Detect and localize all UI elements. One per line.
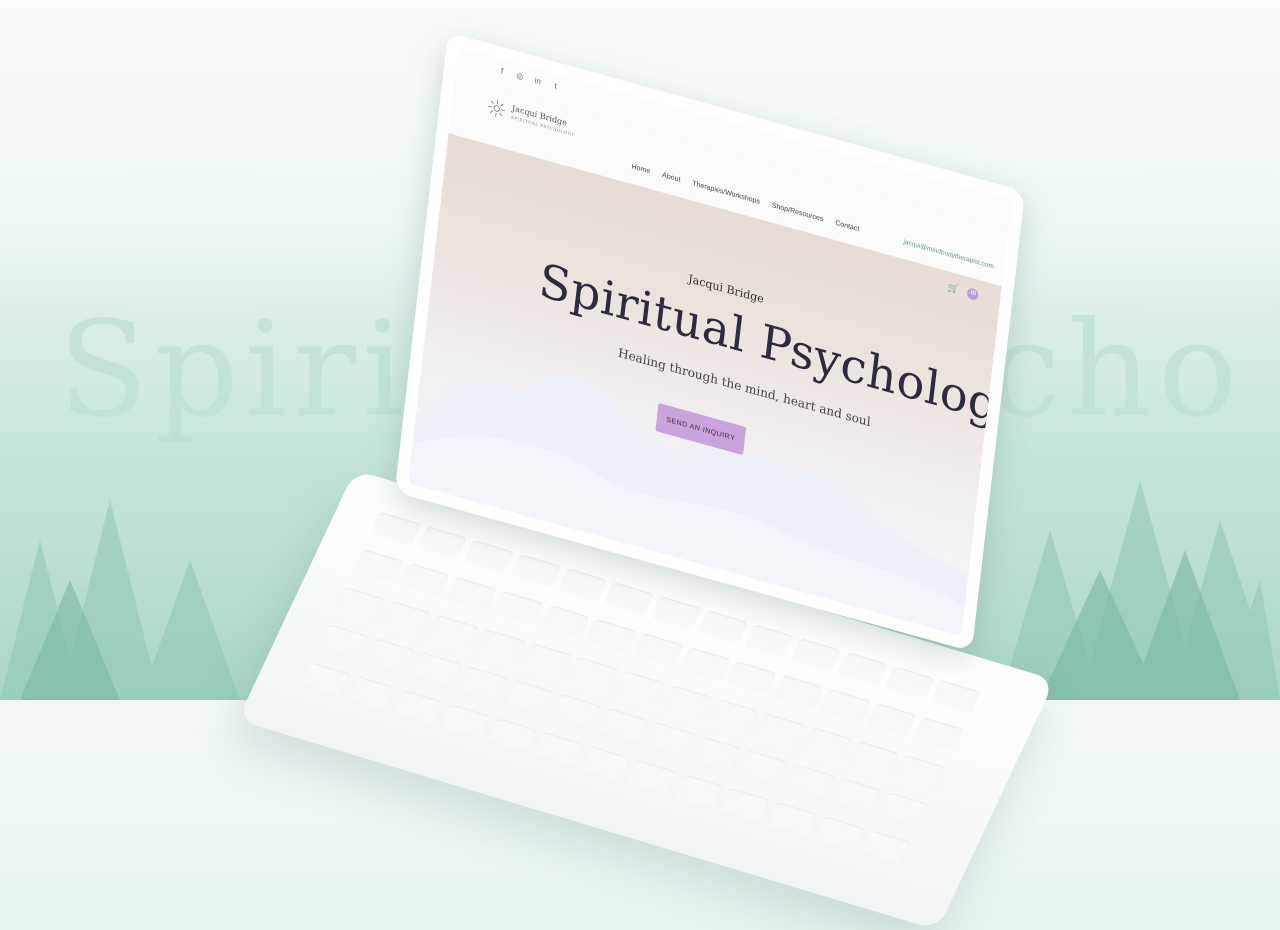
instagram-icon[interactable]: ◎ — [514, 70, 525, 83]
header-actions: 🛒 JB — [947, 282, 978, 301]
site-logo[interactable]: Jacqui Bridge SPIRITUAL PSYCHOLOGY — [487, 97, 577, 139]
nav-about[interactable]: About — [662, 172, 681, 184]
nav-contact[interactable]: Contact — [835, 220, 860, 234]
nav-therapies-workshops[interactable]: Therapies/Workshops — [692, 180, 760, 206]
facebook-icon[interactable]: f — [496, 65, 507, 78]
shopping-cart-icon[interactable]: 🛒 — [947, 282, 959, 296]
nav-shop-resources[interactable]: Shop/Resources — [771, 202, 823, 223]
twitter-icon[interactable]: t — [550, 80, 561, 93]
sun-eye-icon — [487, 97, 507, 120]
avatar[interactable]: JB — [967, 287, 979, 301]
linkedin-icon[interactable]: in — [532, 75, 543, 88]
logo-text: Jacqui Bridge SPIRITUAL PSYCHOLOGY — [511, 104, 577, 140]
nav-home[interactable]: Home — [631, 163, 650, 175]
